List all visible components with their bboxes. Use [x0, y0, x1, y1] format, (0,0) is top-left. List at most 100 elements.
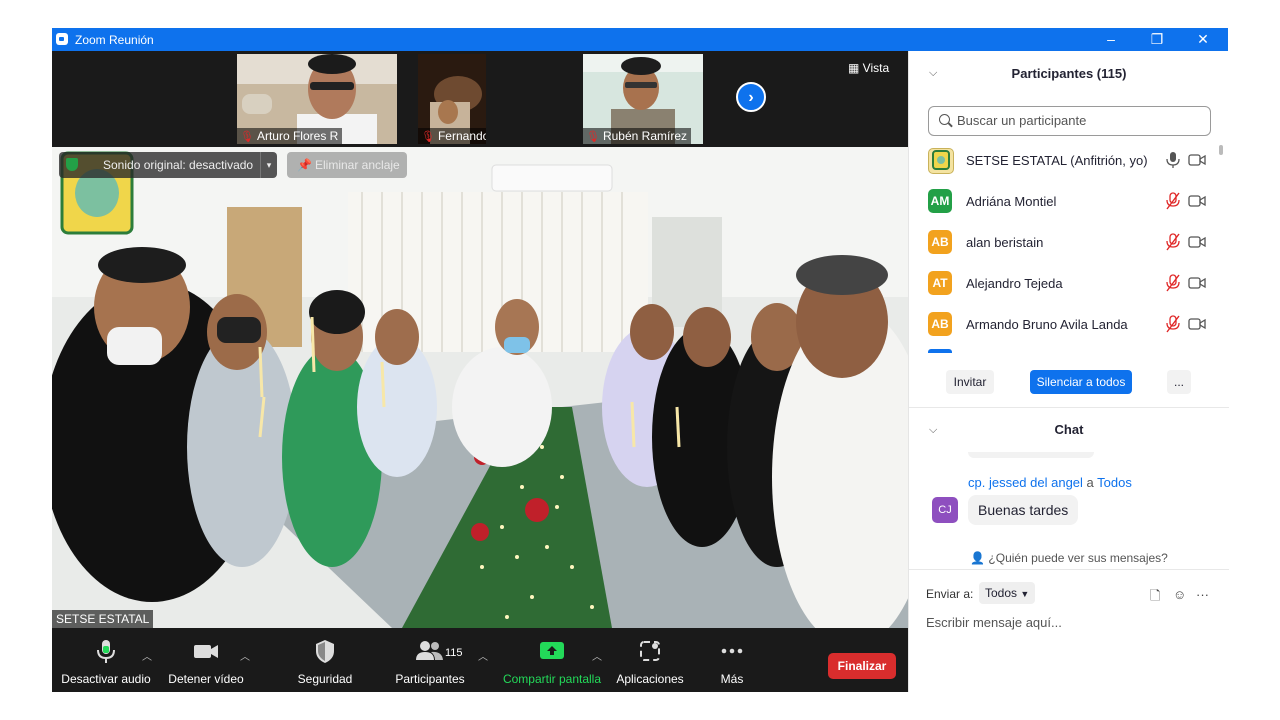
stop-video-label: Detener vídeo — [168, 672, 244, 686]
audio-options-caret[interactable]: ︿ — [142, 648, 152, 663]
participants-button[interactable]: Participantes — [388, 628, 472, 692]
avatar-logo — [928, 148, 954, 174]
more-dots-icon — [721, 648, 743, 654]
microphone-icon[interactable] — [1165, 151, 1181, 169]
video-options-caret[interactable]: ︿ — [240, 648, 250, 663]
shield-icon — [66, 158, 78, 171]
video-camera-icon[interactable] — [1188, 276, 1206, 290]
participant-row[interactable]: AB Armando Bruno Avila Landa — [909, 309, 1229, 349]
participant-list: SETSE ESTATAL (Anfitrión, yo) AM Adriána… — [909, 145, 1229, 353]
share-options-caret[interactable]: ︿ — [592, 648, 602, 663]
avatar: AB — [928, 230, 952, 254]
stop-video-button[interactable]: Detener vídeo — [164, 628, 248, 692]
grid-icon: ▦ — [848, 61, 863, 75]
participants-header: ⌵ Participantes (115) — [909, 51, 1229, 97]
meeting-toolbar: Desactivar audio ︿ Detener vídeo ︿ Segur… — [52, 628, 908, 692]
chevron-right-icon: › — [748, 89, 754, 106]
emoji-icon[interactable]: ☺ — [1173, 587, 1186, 602]
video-area: 🎙Arturo Flores R 🎙Fernando Benítez — [52, 51, 908, 628]
share-screen-icon — [540, 642, 564, 659]
chat-divider — [909, 569, 1229, 570]
apps-button[interactable]: Aplicaciones — [612, 628, 688, 692]
main-speaker-video[interactable]: Sonido original: desactivado ▾ 📌 Elimina… — [52, 147, 908, 628]
participant-search[interactable] — [928, 106, 1211, 136]
chevron-down-icon[interactable]: ▾ — [260, 152, 277, 178]
view-button[interactable]: ▦ Vista — [848, 61, 889, 75]
avatar: AB — [928, 312, 952, 336]
side-panel: ⌵ Participantes (115) SETSE ESTATAL (Anf… — [908, 51, 1229, 692]
next-page-button[interactable]: › — [736, 82, 766, 112]
setse-logo-icon — [932, 150, 950, 170]
apps-label: Aplicaciones — [616, 672, 684, 686]
send-to-value: Todos — [985, 586, 1018, 600]
share-screen-button[interactable]: Compartir pantalla — [500, 628, 604, 692]
mute-audio-label: Desactivar audio — [61, 672, 151, 686]
search-icon — [939, 114, 950, 125]
original-sound-toggle[interactable]: Sonido original: desactivado ▾ — [59, 152, 277, 178]
video-camera-icon[interactable] — [1188, 317, 1206, 331]
mic-muted-icon: 🎙 — [421, 131, 435, 143]
more-options-button[interactable]: ... — [1167, 370, 1191, 394]
security-button[interactable]: Seguridad — [290, 628, 360, 692]
mic-muted-icon[interactable] — [1165, 315, 1181, 333]
restore-button[interactable]: ❐ — [1134, 28, 1180, 51]
participants-options-caret[interactable]: ︿ — [478, 648, 488, 663]
participant-search-input[interactable] — [955, 112, 1209, 129]
mic-muted-icon[interactable] — [1165, 233, 1181, 251]
participant-name: Armando Bruno Avila Landa — [966, 317, 1128, 332]
participant-name: SETSE ESTATAL (Anfitrión, yo) — [966, 153, 1148, 168]
previous-message-bubble — [968, 452, 1094, 458]
minimize-button[interactable]: – — [1088, 28, 1134, 51]
participant-thumbnail[interactable]: 🎙Fernando Benítez — [418, 54, 486, 144]
who-can-see-label: ¿Quién puede ver sus mensajes? — [988, 551, 1168, 565]
chat-scrollbar[interactable] — [1219, 451, 1223, 543]
video-camera-icon[interactable] — [1188, 235, 1206, 249]
mic-muted-icon: 🎙 — [586, 131, 600, 143]
participant-row[interactable]: AT Alejandro Tejeda — [909, 268, 1229, 308]
chat-message-meta: cp. jessed del angel a Todos — [968, 475, 1132, 490]
window-title: Zoom Reunión — [75, 33, 154, 47]
chat-message: Buenas tardes — [968, 495, 1079, 525]
participant-row[interactable]: AM Adriána Montiel — [909, 186, 1229, 226]
mute-all-button[interactable]: Silenciar a todos — [1030, 370, 1132, 394]
send-to-label: Enviar a: — [926, 587, 974, 601]
participant-thumbnail[interactable]: 🎙 Arturo Flores R — [237, 54, 397, 144]
participant-name-tag: 🎙 Arturo Flores R — [237, 128, 343, 144]
more-dots-icon[interactable]: ··· — [1196, 587, 1209, 602]
mic-muted-icon[interactable] — [1165, 192, 1181, 210]
microphone-icon — [97, 640, 115, 663]
view-label: Vista — [862, 61, 890, 75]
avatar: CJ — [932, 497, 958, 523]
panel-divider — [909, 407, 1229, 408]
chat-sender[interactable]: cp. jessed del angel — [968, 475, 1083, 490]
people-icon — [416, 641, 443, 660]
share-screen-label: Compartir pantalla — [502, 672, 602, 686]
chat-recipient[interactable]: Todos — [1097, 475, 1132, 490]
video-camera-icon[interactable] — [1188, 153, 1206, 167]
mute-audio-button[interactable]: Desactivar audio — [58, 628, 154, 692]
zoom-app-icon — [56, 33, 68, 45]
participant-name: Fernando Benítez — [437, 129, 486, 143]
participant-row[interactable]: AB alan beristain — [909, 227, 1229, 267]
end-meeting-button[interactable]: Finalizar — [828, 653, 896, 679]
unpin-button[interactable]: 📌 Eliminar anclaje — [287, 152, 407, 178]
unpin-label: Eliminar anclaje — [315, 158, 400, 172]
close-button[interactable]: ✕ — [1180, 28, 1226, 51]
video-camera-icon[interactable] — [1188, 194, 1206, 208]
participant-name: Arturo Flores R — [256, 129, 339, 143]
participant-row[interactable]: SETSE ESTATAL (Anfitrión, yo) — [909, 145, 1229, 185]
chat-input[interactable]: Escribir mensaje aquí... — [926, 615, 1062, 630]
scrollbar-thumb[interactable] — [1219, 145, 1223, 155]
file-icon[interactable]: 🗋 — [1150, 587, 1160, 609]
more-button[interactable]: Más — [702, 628, 762, 692]
title-bar: Zoom Reunión – ❐ ✕ — [52, 28, 1228, 51]
avatar: AT — [928, 271, 952, 295]
send-to-select[interactable]: Todos ▼ — [979, 582, 1036, 604]
participant-thumbnail[interactable]: 🎙 Rubén Ramírez — [583, 54, 703, 144]
participant-scrollbar[interactable] — [1219, 145, 1223, 357]
mic-muted-icon[interactable] — [1165, 274, 1181, 292]
invite-button[interactable]: Invitar — [946, 370, 994, 394]
who-can-see-link[interactable]: 👤 ¿Quién puede ver sus mensajes? — [909, 551, 1229, 565]
security-label: Seguridad — [297, 672, 353, 686]
zoom-window: Zoom Reunión – ❐ ✕ 🎙 Arturo Flores R 🎙 F… — [52, 28, 1229, 692]
